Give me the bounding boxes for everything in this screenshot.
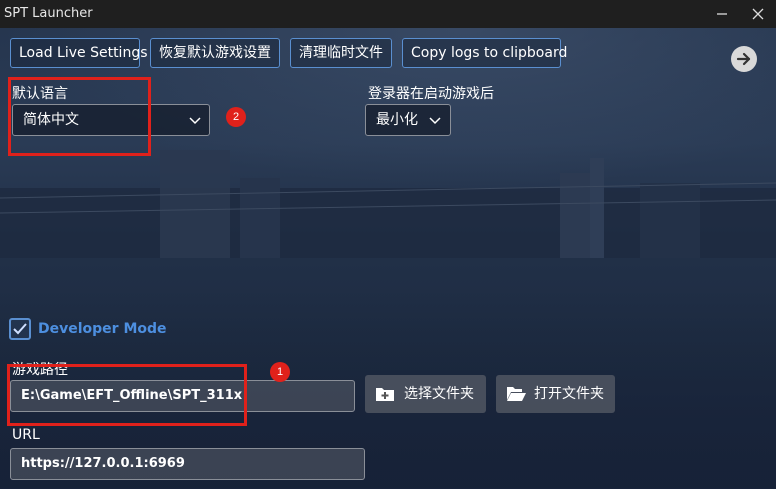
chevron-down-icon: [189, 117, 201, 125]
city-silhouette: [0, 150, 776, 258]
next-arrow-button[interactable]: [731, 46, 757, 72]
annotation-badge-2: 2: [226, 107, 246, 127]
restore-default-settings-button[interactable]: 恢复默认游戏设置: [150, 38, 280, 68]
developer-mode-label[interactable]: Developer Mode: [38, 321, 167, 337]
clear-temp-files-button[interactable]: 清理临时文件: [290, 38, 392, 68]
developer-mode-checkbox[interactable]: [9, 318, 31, 340]
open-folder-label: 打开文件夹: [534, 386, 604, 402]
select-folder-button[interactable]: 选择文件夹: [365, 375, 486, 413]
folder-plus-icon: [376, 388, 394, 401]
copy-logs-button[interactable]: Copy logs to clipboard: [402, 38, 567, 68]
arrow-right-icon: [736, 52, 751, 66]
folder-open-icon: [507, 387, 526, 401]
close-icon[interactable]: [748, 4, 768, 24]
checkmark-icon: [13, 323, 27, 335]
chevron-down-icon: [429, 117, 441, 125]
open-folder-button[interactable]: 打开文件夹: [496, 375, 615, 413]
annotation-box-game-path: [7, 364, 247, 426]
title-bar: SPT Launcher: [0, 0, 776, 28]
window-title: SPT Launcher: [4, 6, 93, 21]
launcher-action-select[interactable]: 最小化: [365, 104, 451, 136]
url-label: URL: [12, 427, 40, 443]
annotation-badge-1: 1: [270, 362, 290, 382]
select-folder-label: 选择文件夹: [404, 386, 474, 402]
url-input[interactable]: https://127.0.0.1:6969: [10, 448, 365, 480]
minimize-icon[interactable]: [712, 4, 732, 24]
annotation-box-language: [8, 77, 151, 156]
launcher-action-label: 登录器在启动游戏后: [368, 86, 494, 102]
launcher-action-value: 最小化: [376, 112, 418, 128]
load-live-settings-button[interactable]: Load Live Settings: [10, 38, 148, 68]
